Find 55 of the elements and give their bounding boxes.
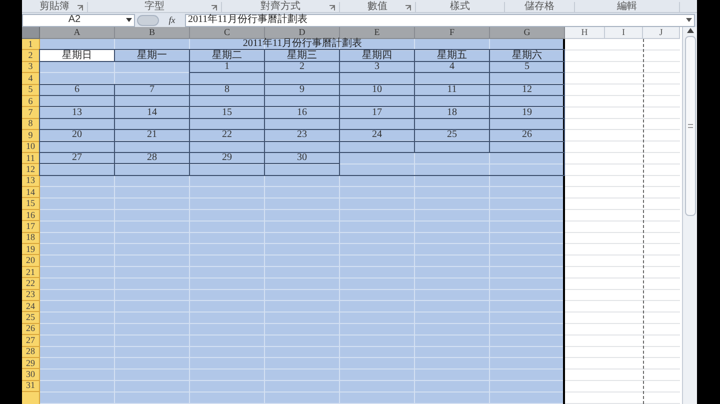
row-header[interactable]: 31 [22,380,40,392]
formula-input[interactable]: 2011年11月份行事曆計劃表 [185,14,695,26]
row-header[interactable]: 7 [22,107,40,119]
row-header[interactable]: 12 [22,164,40,176]
row-header[interactable]: 24 [22,300,40,312]
dialog-launcher-icon[interactable] [211,5,217,11]
ribbon-group-label: 數值 [368,2,388,12]
ribbon-group-label: 儲存格 [524,2,554,12]
dialog-launcher-icon[interactable] [405,5,411,11]
name-box[interactable]: A2 [22,14,135,26]
column-header[interactable]: F [415,27,490,39]
ribbon-group-label: 編輯 [617,2,637,12]
ribbon-group-label: 樣式 [450,2,470,12]
row-header[interactable]: 18 [22,232,40,244]
row-header[interactable]: 27 [22,335,40,347]
row-header[interactable]: 15 [22,198,40,210]
row-header[interactable]: 9 [22,130,40,142]
row-header[interactable]: 26 [22,324,40,336]
row-header[interactable]: 2 [22,50,40,62]
row-header[interactable]: 30 [22,369,40,381]
vertical-scrollbar[interactable] [682,27,697,404]
formula-text: 2011年11月份行事曆計劃表 [188,15,308,25]
dropdown-caret-icon [126,18,132,22]
column-header[interactable]: E [340,27,415,39]
row-header[interactable]: 22 [22,278,40,290]
ribbon-group-label: 對齊方式 [260,2,300,12]
row-header[interactable]: 17 [22,221,40,233]
column-header[interactable]: D [265,27,340,39]
expand-caret-icon[interactable] [686,18,692,22]
ribbon-group-label: 剪貼簿 [40,2,70,12]
row-header[interactable]: 20 [22,255,40,267]
column-header[interactable]: C [190,27,265,39]
row-header[interactable]: 14 [22,187,40,198]
row-header[interactable]: 25 [22,312,40,324]
row-header[interactable]: 29 [22,358,40,370]
dialog-launcher-icon[interactable] [77,5,83,11]
row-header[interactable]: 21 [22,266,40,278]
ribbon-group-label: 字型 [144,2,164,12]
row-header[interactable]: 23 [22,290,40,301]
scrollbar-thumb[interactable] [684,36,696,216]
row-header[interactable]: 13 [22,176,40,188]
cell-reference: A2 [67,15,82,25]
row-header[interactable]: 16 [22,210,40,222]
column-header[interactable]: G [490,27,565,39]
row-header[interactable]: 1 [22,39,40,50]
insert-function-button[interactable]: fx [161,16,183,24]
dialog-launcher-icon[interactable] [329,5,335,11]
row-header[interactable]: 28 [22,346,40,358]
column-header[interactable]: I [605,27,643,39]
column-header[interactable]: A [40,27,115,39]
row-header[interactable]: 4 [22,73,40,85]
column-header[interactable]: J [643,27,680,39]
column-header[interactable]: B [115,27,190,39]
row-header[interactable]: 19 [22,244,40,256]
column-header[interactable]: H [565,27,605,39]
